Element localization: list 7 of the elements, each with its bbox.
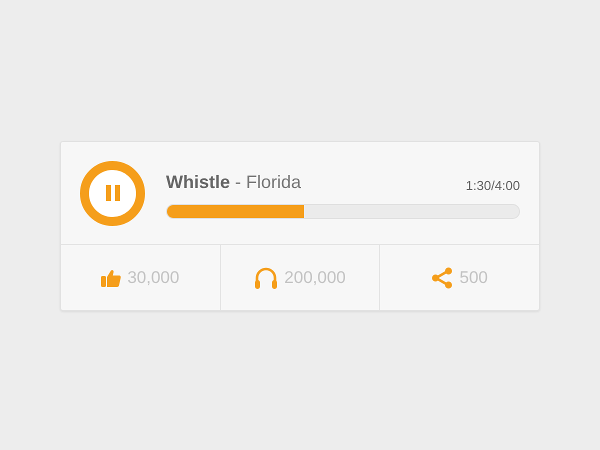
- progress-track[interactable]: [166, 204, 520, 219]
- thumbs-up-icon: [101, 268, 122, 286]
- pause-icon: [104, 184, 122, 202]
- share-icon: [431, 266, 454, 288]
- track-time: 1:30/4:00: [466, 176, 520, 194]
- track-title: Whistle - Florida: [166, 171, 302, 194]
- headphones-icon: [254, 266, 278, 288]
